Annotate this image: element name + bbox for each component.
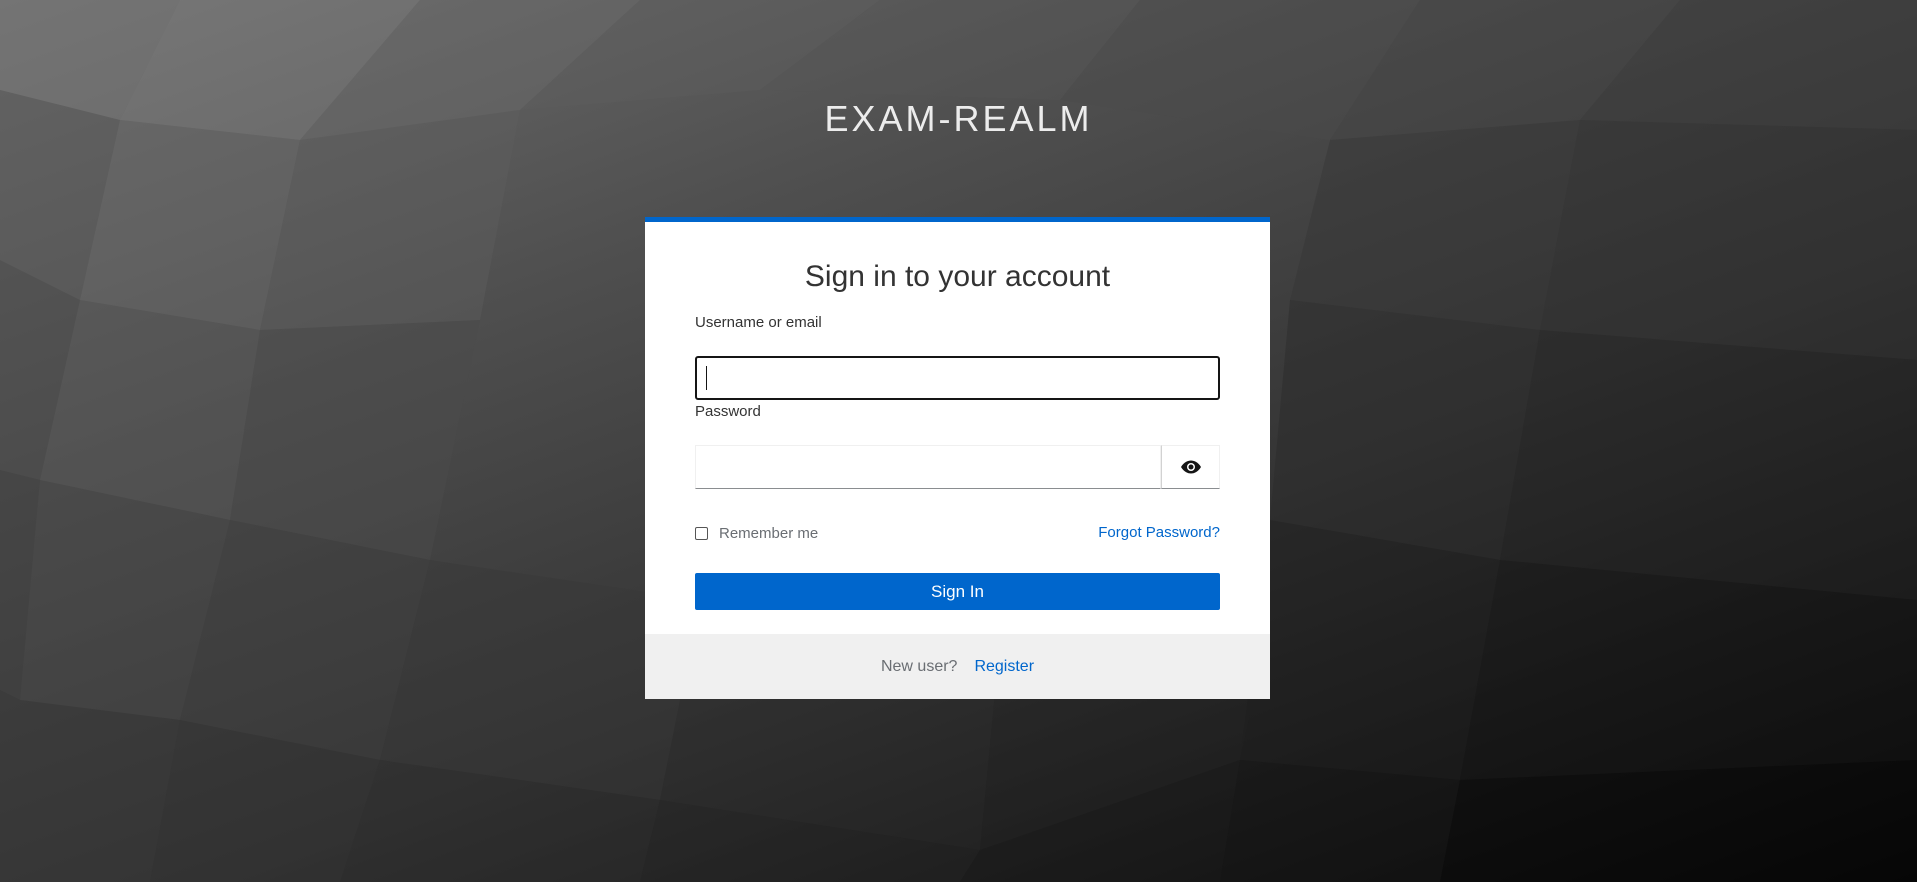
eye-icon (1180, 460, 1201, 474)
sign-in-button[interactable]: Sign In (695, 573, 1220, 610)
login-card: Sign in to your account Username or emai… (645, 217, 1270, 699)
login-page: EXAM-REALM Sign in to your account Usern… (0, 0, 1917, 882)
show-password-button[interactable] (1161, 445, 1220, 489)
text-cursor (706, 366, 707, 390)
remember-me-row: Remember me (695, 523, 818, 543)
remember-me-checkbox[interactable] (695, 526, 708, 540)
forgot-password-link[interactable]: Forgot Password? (1098, 524, 1220, 541)
new-user-text: New user? (880, 657, 958, 675)
password-input[interactable] (695, 445, 1161, 489)
login-heading: Sign in to your account (804, 260, 1111, 293)
username-input[interactable] (695, 356, 1220, 400)
username-label: Username or email (695, 314, 822, 331)
remember-me-label[interactable]: Remember me (719, 525, 818, 542)
realm-title: EXAM-REALM (824, 98, 1093, 139)
register-link[interactable]: Register (974, 658, 1034, 676)
password-label: Password (695, 403, 761, 420)
card-footer: New user? Register (645, 634, 1270, 699)
